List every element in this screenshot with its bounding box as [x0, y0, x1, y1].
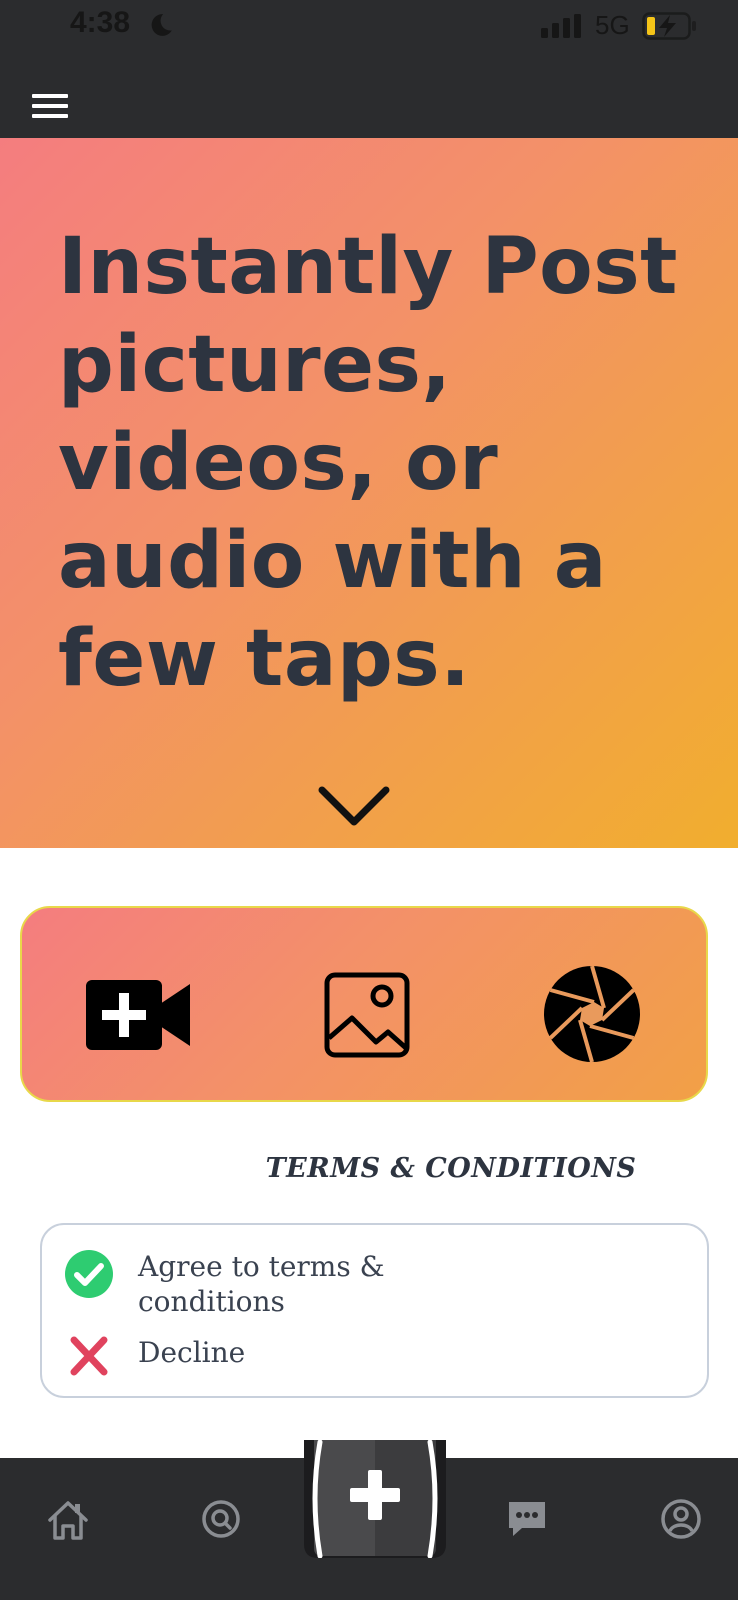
hero-section: Instantly Post pictures, videos, or audi… [0, 138, 738, 848]
app-header [0, 50, 738, 138]
image-icon[interactable] [324, 972, 410, 1062]
status-time: 4:38 [70, 6, 131, 39]
chat-icon[interactable] [506, 1498, 548, 1544]
network-type: 5G [595, 10, 630, 40]
camera-aperture-icon[interactable] [542, 964, 642, 1068]
decline-label: Decline [138, 1336, 246, 1369]
video-plus-icon[interactable] [86, 980, 192, 1054]
search-icon[interactable] [200, 1498, 242, 1544]
decline-option[interactable]: Decline [64, 1331, 398, 1381]
add-post-button[interactable] [300, 1439, 450, 1559]
terms-title: TERMS & CONDITIONS [265, 1153, 637, 1184]
agree-option[interactable]: Agree to terms & conditions [64, 1249, 398, 1319]
hero-title: Instantly Post pictures, videos, or audi… [58, 222, 678, 704]
profile-icon[interactable] [660, 1498, 702, 1544]
chevron-down-icon[interactable] [318, 784, 390, 834]
terms-options-box: Agree to terms & conditions Decline [40, 1223, 709, 1398]
signal-icon [541, 14, 583, 42]
hamburger-menu-icon[interactable] [32, 92, 70, 120]
home-icon[interactable] [46, 1498, 90, 1546]
agree-label: Agree to terms & conditions [138, 1250, 385, 1318]
check-circle-icon [64, 1249, 114, 1299]
close-icon [64, 1331, 114, 1381]
media-actions-card [20, 906, 708, 1102]
moon-icon [148, 12, 174, 42]
status-bar: 4:38 5G [0, 0, 738, 50]
battery-charging-icon [642, 12, 698, 44]
